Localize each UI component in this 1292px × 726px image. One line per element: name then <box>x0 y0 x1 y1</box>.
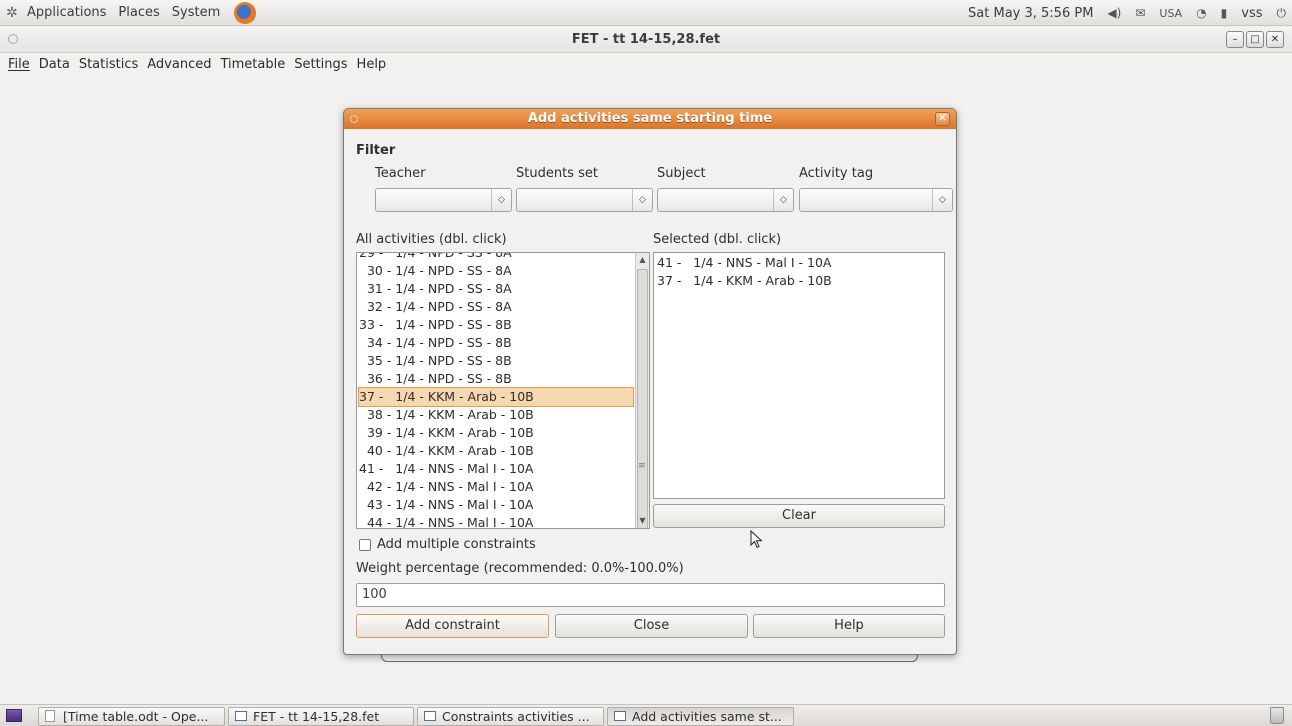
chat-icon[interactable]: ▮ <box>1221 6 1228 20</box>
all-activities-scrollbar[interactable]: ▲ ≡ ▼ <box>635 253 649 528</box>
window-icon <box>424 711 436 721</box>
power-icon[interactable]: ⏻ <box>1277 6 1287 21</box>
user-name[interactable]: vss <box>1241 6 1262 21</box>
mail-icon[interactable]: ✉ <box>1135 6 1145 20</box>
chevron-updown-icon: ◇ <box>491 189 511 211</box>
scrollbar-thumb[interactable] <box>637 269 648 528</box>
scroll-up-icon[interactable]: ▲ <box>636 253 649 267</box>
scroll-down-icon[interactable]: ▼ <box>636 514 649 528</box>
activity-list-item[interactable]: 35 - 1/4 - NPD - SS - 8B <box>359 352 633 370</box>
menu-advanced[interactable]: Advanced <box>147 57 211 72</box>
activity-list-item[interactable]: 36 - 1/4 - NPD - SS - 8B <box>359 370 633 388</box>
document-icon <box>45 710 55 722</box>
subject-combo[interactable]: ◇ <box>657 188 794 212</box>
trash-icon[interactable] <box>1270 707 1284 724</box>
close-button[interactable]: Close <box>555 614 748 638</box>
activity-list-item[interactable]: 42 - 1/4 - NNS - Mal I - 10A <box>359 478 633 496</box>
mouse-pointer-icon <box>750 530 763 549</box>
activity-list-item[interactable]: 30 - 1/4 - NPD - SS - 8A <box>359 262 633 280</box>
activity-list-item[interactable]: 41 - 1/4 - NNS - Mal I - 10A <box>359 460 633 478</box>
keyboard-layout[interactable]: USA <box>1159 7 1182 20</box>
window-titlebar[interactable]: FET - tt 14-15,28.fet – □ ✕ <box>0 27 1292 53</box>
activity-list-item[interactable]: 38 - 1/4 - KKM - Arab - 10B <box>359 406 633 424</box>
weight-input[interactable]: 100 <box>356 583 945 607</box>
clear-button[interactable]: Clear <box>653 504 945 528</box>
activity-list-item[interactable]: 29 - 1/4 - NPD - SS - 8A <box>359 253 633 262</box>
activity-list-item[interactable]: 39 - 1/4 - KKM - Arab - 10B <box>359 424 633 442</box>
task-label: Add activities same st... <box>632 709 782 724</box>
menu-settings[interactable]: Settings <box>294 57 347 72</box>
maximize-button[interactable]: □ <box>1246 31 1264 48</box>
task-label: Constraints activities ... <box>442 709 590 724</box>
task-label: FET - tt 14-15,28.fet <box>253 709 380 724</box>
teacher-combo[interactable]: ◇ <box>375 188 512 212</box>
filter-label: Filter <box>356 143 396 158</box>
task-timetable-odt[interactable]: [Time table.odt - Ope... <box>38 707 225 726</box>
window-title: FET - tt 14-15,28.fet <box>571 32 721 47</box>
task-constraints-activities[interactable]: Constraints activities ... <box>417 707 604 726</box>
activity-list-item[interactable]: 32 - 1/4 - NPD - SS - 8A <box>359 298 633 316</box>
volume-icon[interactable]: ◀) <box>1107 6 1121 20</box>
students-set-combo[interactable]: ◇ <box>516 188 653 212</box>
clock[interactable]: Sat May 3, 5:56 PM <box>968 6 1093 21</box>
menu-data[interactable]: Data <box>39 57 70 72</box>
activity-list-item[interactable]: 43 - 1/4 - NNS - Mal I - 10A <box>359 496 633 514</box>
show-desktop-icon[interactable] <box>6 709 22 722</box>
activity-list-item[interactable]: 40 - 1/4 - KKM - Arab - 10B <box>359 442 633 460</box>
chevron-updown-icon: ◇ <box>632 189 652 211</box>
chevron-updown-icon: ◇ <box>773 189 793 211</box>
scroll-grip-icon: ≡ <box>638 461 646 471</box>
system-menu[interactable]: System <box>172 5 220 20</box>
dialog-close-button[interactable]: ✕ <box>935 112 950 126</box>
add-constraint-button[interactable]: Add constraint <box>356 614 549 638</box>
dialog-title: Add activities same starting time <box>527 111 773 126</box>
dialog-titlebar[interactable]: Add activities same starting time ✕ <box>344 109 956 129</box>
selected-list-item[interactable]: 41 - 1/4 - NNS - Mal I - 10A <box>657 254 941 272</box>
menu-file[interactable]: File <box>8 57 30 72</box>
menu-help[interactable]: Help <box>357 57 387 72</box>
minimize-button[interactable]: – <box>1226 31 1244 48</box>
teacher-label: Teacher <box>375 166 426 181</box>
menu-statistics[interactable]: Statistics <box>79 57 138 72</box>
selected-label: Selected (dbl. click) <box>653 232 782 247</box>
activity-list-item[interactable]: 31 - 1/4 - NPD - SS - 8A <box>359 280 633 298</box>
menubar: File Data Statistics Advanced Timetable … <box>0 53 1292 75</box>
task-label: [Time table.odt - Ope... <box>63 709 209 724</box>
taskbar: [Time table.odt - Ope... FET - tt 14-15,… <box>0 704 1292 726</box>
activity-list-item[interactable]: 44 - 1/4 - NNS - Mal I - 10A <box>359 514 633 528</box>
activity-list-item[interactable]: 34 - 1/4 - NPD - SS - 8B <box>359 334 633 352</box>
add-multiple-checkbox[interactable] <box>359 539 371 551</box>
window-icon <box>614 711 626 721</box>
weight-label: Weight percentage (recommended: 0.0%-100… <box>356 561 684 576</box>
subject-label: Subject <box>657 166 706 181</box>
places-menu[interactable]: Places <box>118 5 159 20</box>
help-button[interactable]: Help <box>753 614 945 638</box>
selected-activities-list[interactable]: 41 - 1/4 - NNS - Mal I - 10A 37 - 1/4 - K… <box>653 252 945 499</box>
activity-tag-label: Activity tag <box>799 166 874 181</box>
all-activities-list[interactable]: 29 - 1/4 - NPD - SS - 8A 30 - 1/4 - NPD … <box>356 252 650 529</box>
add-multiple-label[interactable]: Add multiple constraints <box>377 537 536 552</box>
chevron-updown-icon: ◇ <box>932 189 952 211</box>
task-fet-main[interactable]: FET - tt 14-15,28.fet <box>228 707 414 726</box>
students-set-label: Students set <box>516 166 598 181</box>
all-activities-label: All activities (dbl. click) <box>356 232 507 247</box>
window-icon <box>235 711 247 721</box>
menu-timetable[interactable]: Timetable <box>220 57 285 72</box>
close-window-button[interactable]: ✕ <box>1266 31 1284 48</box>
activity-list-item[interactable]: 37 - 1/4 - KKM - Arab - 10B <box>358 387 634 407</box>
applications-menu[interactable]: Applications <box>27 5 106 20</box>
task-add-activities[interactable]: Add activities same st... <box>607 707 794 726</box>
ubuntu-logo-icon[interactable]: ✲ <box>6 5 22 21</box>
firefox-launcher-icon[interactable] <box>234 1 257 24</box>
network-icon[interactable]: ◔ <box>1196 6 1206 20</box>
activity-list-item[interactable]: 33 - 1/4 - NPD - SS - 8B <box>359 316 633 334</box>
activity-tag-combo[interactable]: ◇ <box>799 188 953 212</box>
top-panel: ✲ Applications Places System Sat May 3, … <box>0 0 1292 26</box>
add-activities-dialog: Add activities same starting time ✕ Filt… <box>343 108 957 655</box>
selected-list-item[interactable]: 37 - 1/4 - KKM - Arab - 10B <box>657 272 941 290</box>
